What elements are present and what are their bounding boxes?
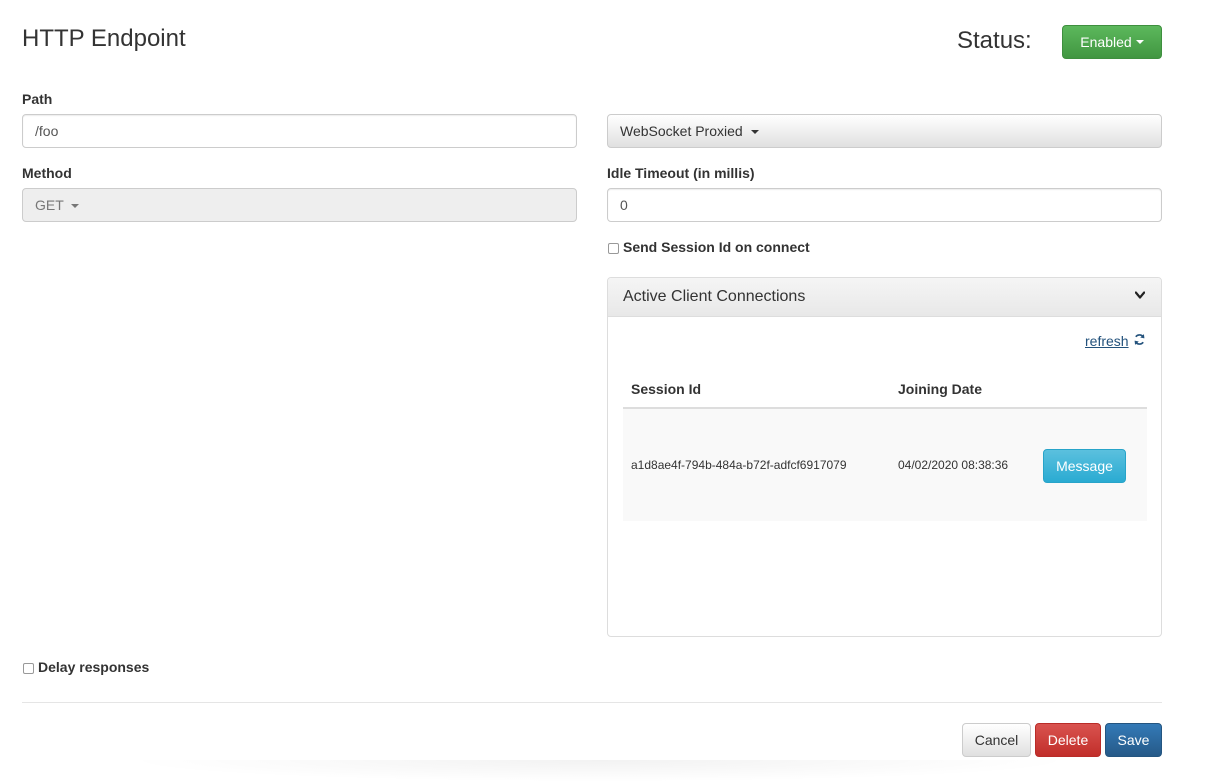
- footer-divider: [22, 702, 1162, 703]
- method-label: Method: [22, 165, 72, 181]
- table-row: a1d8ae4f-794b-484a-b72f-adfcf6917079 04/…: [623, 409, 1147, 521]
- delay-responses-label: Delay responses: [38, 659, 150, 675]
- status-label: Status:: [957, 27, 1032, 54]
- mode-dropdown[interactable]: WebSocket Proxied: [607, 114, 1162, 148]
- method-select[interactable]: GET: [22, 188, 577, 222]
- joining-date-cell: 04/02/2020 08:38:36: [898, 458, 1009, 472]
- method-value: GET: [35, 197, 64, 213]
- column-session-id: Session Id: [631, 381, 702, 397]
- path-label: Path: [22, 91, 53, 107]
- mode-value: WebSocket Proxied: [620, 123, 743, 139]
- path-input[interactable]: /foo: [22, 114, 577, 148]
- delete-button[interactable]: Delete: [1035, 723, 1101, 757]
- session-id-cell: a1d8ae4f-794b-484a-b72f-adfcf6917079: [631, 458, 847, 472]
- refresh-link[interactable]: refresh: [1085, 333, 1129, 349]
- status-value: Enabled: [1080, 34, 1132, 50]
- bottom-shadow: [120, 760, 1080, 782]
- delay-responses-checkbox[interactable]: [23, 663, 34, 674]
- idle-timeout-label: Idle Timeout (in millis): [607, 165, 755, 181]
- chevron-down-icon[interactable]: [1135, 290, 1145, 300]
- active-connections-panel: Active Client Connections refresh Sessio…: [607, 277, 1162, 637]
- caret-down-icon: [1135, 40, 1144, 44]
- column-joining-date: Joining Date: [898, 381, 983, 397]
- send-session-id-checkbox[interactable]: [608, 243, 619, 254]
- caret-down-icon: [750, 130, 759, 135]
- caret-down-icon: [71, 204, 80, 209]
- message-button[interactable]: Message: [1043, 449, 1126, 483]
- refresh-label: refresh: [1085, 333, 1129, 349]
- idle-timeout-input[interactable]: 0: [607, 188, 1162, 222]
- send-session-id-label: Send Session Id on connect: [623, 239, 810, 255]
- cancel-button[interactable]: Cancel: [962, 723, 1031, 757]
- panel-heading[interactable]: Active Client Connections: [608, 278, 1161, 317]
- save-button[interactable]: Save: [1105, 723, 1162, 757]
- panel-title: Active Client Connections: [623, 288, 806, 305]
- page-title: HTTP Endpoint: [22, 25, 186, 52]
- refresh-icon[interactable]: [1133, 333, 1146, 346]
- status-dropdown-button[interactable]: Enabled: [1062, 25, 1162, 59]
